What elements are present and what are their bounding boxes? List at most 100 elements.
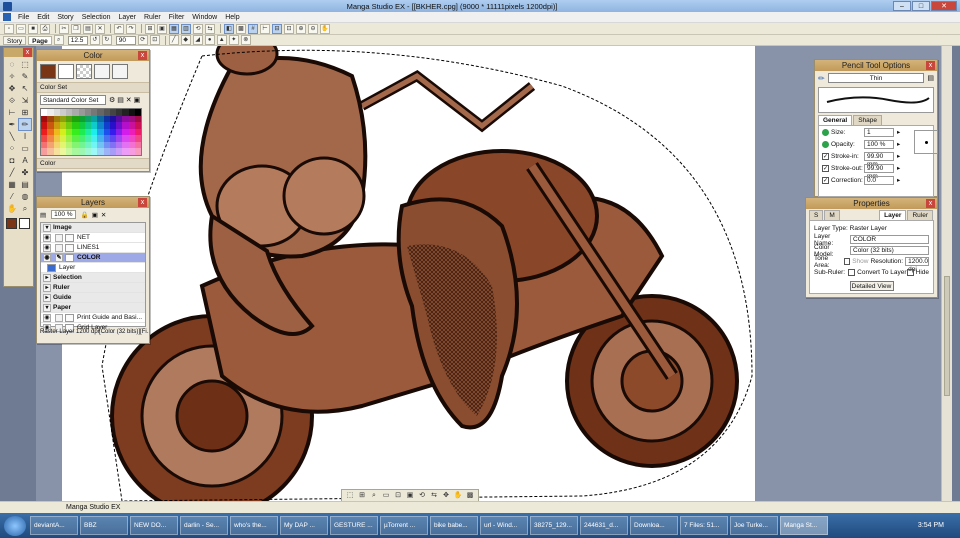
main-color-box[interactable] (40, 64, 56, 79)
layer-folder-selection[interactable]: ▸ Selection (41, 273, 145, 283)
taskbar-item[interactable]: NEW DO... (130, 516, 178, 535)
cut-icon[interactable]: ✂ (59, 23, 69, 34)
delete-layer-icon[interactable]: ✕ (101, 211, 106, 219)
taskbar-item[interactable]: 7 Files: 51... (680, 516, 728, 535)
eye-icon[interactable]: ◉ (43, 243, 51, 252)
lock-icon[interactable] (55, 313, 63, 322)
rotate-left-icon[interactable]: ↺ (89, 35, 100, 45)
brush-shape-5-icon[interactable]: ▲ (216, 35, 227, 45)
size-arrow-icon[interactable]: ▸ (897, 128, 900, 136)
hand-icon[interactable]: ✋ (320, 23, 330, 34)
resolution-field[interactable]: 1200.0 dpi (905, 257, 929, 273)
brush-tool-icon[interactable]: ǀ (19, 131, 31, 142)
menu-story[interactable]: Story (53, 14, 77, 21)
pattern-nav-icon[interactable]: ▩ (465, 491, 475, 500)
preview-icon[interactable]: ◧ (224, 23, 234, 34)
taskbar-item[interactable]: 244631_d... (580, 516, 628, 535)
taskbar-item-manga-studio[interactable]: Manga St... (780, 516, 828, 535)
stroke-in-field[interactable]: 99.90 mm (864, 151, 894, 168)
color-footer-label[interactable]: Color (37, 158, 149, 169)
layer-move-icon[interactable]: ⇲ (19, 95, 31, 106)
taskbar-item[interactable]: 38275_129... (530, 516, 578, 535)
frame-nav-icon[interactable]: ▭ (381, 491, 391, 500)
palette-swatch[interactable] (134, 148, 141, 155)
start-button[interactable] (4, 515, 26, 536)
tab-general[interactable]: General (818, 115, 853, 125)
taskbar-item[interactable]: darlin - Se... (180, 516, 228, 535)
taskbar-item[interactable]: GESTURE ... (330, 516, 378, 535)
hide-checkbox[interactable] (906, 269, 914, 276)
menu-help[interactable]: Help (221, 14, 243, 21)
brush-shape-4-icon[interactable]: ● (204, 35, 215, 45)
stroke-in-checkbox[interactable]: ✓ (822, 152, 829, 160)
rotate-nav-icon[interactable]: ⟲ (417, 491, 427, 500)
close-icon[interactable]: x (926, 61, 935, 70)
guide-icon[interactable]: ⊟ (272, 23, 282, 34)
layer-opacity-field[interactable]: 100 % (51, 210, 76, 219)
taskbar-item[interactable]: Joe Turke... (730, 516, 778, 535)
visibility-icon[interactable]: ▾ (43, 223, 51, 232)
layer-folder-guide[interactable]: ▸ Guide (41, 293, 145, 303)
transparency-icon[interactable]: ▩ (236, 23, 246, 34)
eye-icon[interactable]: ◉ (43, 233, 51, 242)
palette-swatch[interactable] (134, 141, 141, 149)
pencil-panel-header[interactable]: Pencil Tool Options x (815, 60, 937, 71)
detailed-view-button[interactable]: Detailed View (849, 281, 894, 291)
expand-icon[interactable]: ▸ (43, 293, 51, 302)
brush-shape-6-icon[interactable]: ✦ (228, 35, 239, 45)
stroke-out-arrow-icon[interactable]: ▸ (897, 164, 900, 172)
object-select-icon[interactable]: ↖ (19, 83, 31, 94)
zoom-tool-icon[interactable]: ⌕ (19, 203, 31, 214)
brush-shape-2-icon[interactable]: ◆ (180, 35, 191, 45)
marker-tool-icon[interactable]: ╲ (6, 131, 18, 142)
color-set-label[interactable]: Color Set (37, 82, 149, 93)
color-extra-box[interactable] (112, 64, 128, 79)
color-panel-header[interactable]: Color x (37, 50, 149, 61)
menu-filter[interactable]: Filter (165, 14, 189, 21)
new-layer-icon[interactable]: ▣ (92, 211, 98, 219)
copy-icon[interactable]: ❐ (71, 23, 81, 34)
show-checkbox[interactable] (844, 258, 851, 265)
tab-layer[interactable]: Layer (879, 210, 907, 220)
maximize-button[interactable]: □ (912, 1, 930, 11)
color-slot-box[interactable] (94, 64, 110, 79)
redo-icon[interactable]: ↷ (126, 23, 136, 34)
taskbar-item[interactable]: who's the... (230, 516, 278, 535)
taskbar-item[interactable]: Downloa... (630, 516, 678, 535)
brush-preset-name[interactable]: Thin (827, 73, 925, 83)
lasso-tool-icon[interactable]: ◌ (6, 59, 18, 70)
size-pressure-icon[interactable] (822, 128, 829, 136)
tab-page[interactable]: Page (28, 35, 52, 45)
rotate-right-icon[interactable]: ↻ (101, 35, 112, 45)
eyedropper-icon[interactable]: ⁄ (6, 191, 18, 202)
layer-row-print-guide[interactable]: ◉ Print Guide and Basi... (41, 313, 145, 323)
pencil-tool-icon[interactable]: ✏ (18, 118, 32, 131)
pen-tool-icon[interactable]: ✒ (6, 119, 18, 130)
rotate-icon[interactable]: ⟲ (193, 23, 203, 34)
tab-m[interactable]: M (824, 210, 840, 220)
marquee-tool-icon[interactable]: ⬚ (19, 59, 31, 70)
layers-panel-header[interactable]: Layers x (37, 197, 149, 208)
print-icon[interactable]: ⎙ (40, 23, 50, 34)
open-icon[interactable]: ▭ (16, 23, 26, 34)
close-icon[interactable]: x (23, 48, 32, 57)
tab-story[interactable]: Story (3, 35, 27, 45)
blur-tool-icon[interactable]: ◍ (19, 191, 31, 202)
close-icon[interactable]: x (138, 198, 147, 207)
taskbar-item[interactable]: url - Wind... (480, 516, 528, 535)
text-tool-icon[interactable]: A (19, 155, 31, 166)
taskbar-item[interactable]: deviantA... (30, 516, 78, 535)
brush-shape-3-icon[interactable]: ◢ (192, 35, 203, 45)
fit-nav-icon[interactable]: ⊞ (357, 491, 367, 500)
expand-icon[interactable]: ▾ (43, 303, 51, 312)
close-icon[interactable]: x (926, 199, 935, 208)
fill-tool-icon[interactable]: ◘ (6, 155, 18, 166)
expand-icon[interactable]: ▸ (43, 283, 51, 292)
layer-name-field[interactable]: COLOR (850, 235, 929, 244)
gradient-tool-icon[interactable]: ▤ (19, 179, 31, 190)
size-field[interactable]: 1 (864, 127, 894, 137)
opacity-arrow-icon[interactable]: ▸ (897, 140, 900, 148)
save-icon[interactable]: ■ (28, 23, 38, 34)
layer-folder-paper[interactable]: ▾ Paper (41, 303, 145, 313)
reset-rotation-icon[interactable]: ⟳ (137, 35, 148, 45)
